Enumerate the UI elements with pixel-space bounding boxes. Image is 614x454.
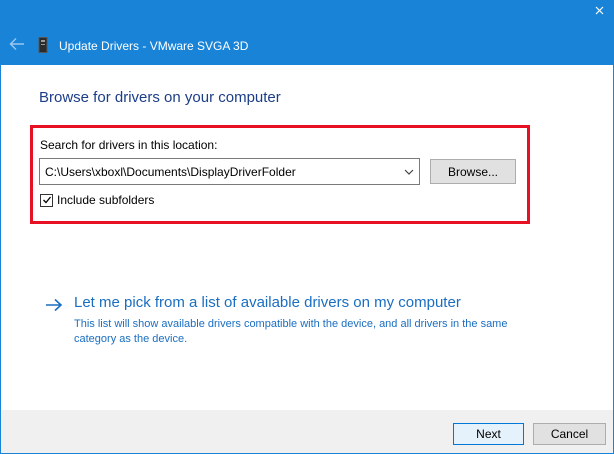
checkmark-icon [42, 196, 51, 204]
cancel-button[interactable]: Cancel [533, 423, 606, 445]
close-button[interactable] [591, 2, 607, 18]
update-drivers-window: Update Drivers - VMware SVGA 3D Browse f… [0, 0, 614, 454]
driver-path-combobox[interactable] [39, 158, 420, 185]
pick-from-list-title[interactable]: Let me pick from a list of available dri… [74, 294, 461, 311]
next-button[interactable]: Next [453, 423, 524, 445]
include-subfolders-option[interactable]: Include subfolders [40, 192, 154, 208]
pick-from-list-link[interactable]: Let me pick from a list of available dri… [45, 293, 525, 349]
arrow-right-icon [46, 298, 63, 312]
search-location-label: Search for drivers in this location: [40, 138, 218, 152]
title-bar: Update Drivers - VMware SVGA 3D [1, 1, 613, 65]
include-subfolders-label: Include subfolders [57, 193, 155, 207]
browse-button[interactable]: Browse... [430, 159, 516, 184]
close-icon [595, 6, 603, 14]
dialog-footer: Next Cancel [1, 410, 613, 453]
page-heading: Browse for drivers on your computer [39, 89, 281, 106]
driver-path-input[interactable] [40, 159, 395, 184]
graphics-card-icon [38, 37, 48, 53]
arrow-left-icon [9, 38, 24, 50]
back-button[interactable] [7, 34, 27, 54]
window-title: Update Drivers - VMware SVGA 3D [59, 39, 249, 53]
pick-from-list-description: This list will show available drivers co… [74, 318, 508, 345]
chevron-down-icon[interactable] [403, 166, 415, 178]
include-subfolders-checkbox[interactable] [40, 193, 53, 207]
